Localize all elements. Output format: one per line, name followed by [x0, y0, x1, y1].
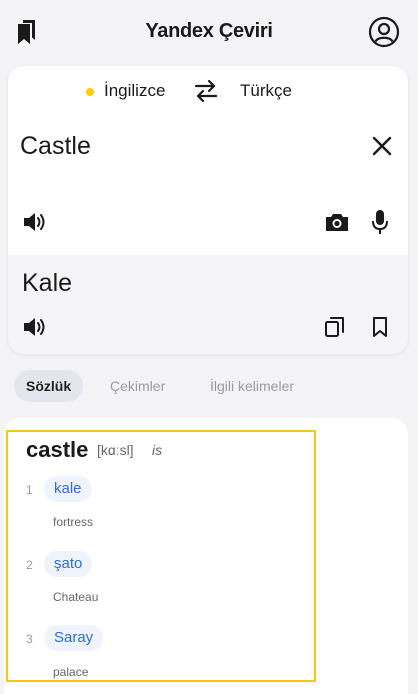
- source-language-button[interactable]: İngilizce: [104, 81, 165, 101]
- source-text-input[interactable]: Castle: [20, 132, 91, 161]
- tab-related-words[interactable]: İlgili kelimeler: [210, 370, 294, 402]
- tab-conjugations[interactable]: Çekimler: [110, 370, 165, 402]
- sense-translation-chip[interactable]: Saray: [44, 625, 104, 651]
- camera-icon[interactable]: [324, 210, 350, 234]
- sense-gloss: palace: [53, 665, 89, 679]
- language-selector: İngilizce Türkçe: [8, 66, 408, 119]
- translation-text: Kale: [22, 269, 73, 297]
- sense-translation-chip[interactable]: şato: [44, 551, 93, 577]
- close-icon[interactable]: [370, 134, 394, 158]
- account-icon[interactable]: [368, 16, 400, 48]
- sense-number: 3: [26, 632, 33, 646]
- dictionary-headword: castle: [26, 437, 89, 462]
- tab-dictionary[interactable]: Sözlük: [14, 370, 84, 402]
- sense-translation-chip[interactable]: kale: [44, 476, 92, 502]
- target-language-button[interactable]: Türkçe: [240, 81, 292, 101]
- swap-languages-icon[interactable]: [192, 78, 220, 104]
- sense-gloss: Chateau: [53, 590, 99, 604]
- translator-card: İngilizce Türkçe Castle Kale: [8, 66, 408, 354]
- source-language-indicator: [86, 88, 94, 96]
- app-title: Yandex Çeviri: [145, 20, 273, 42]
- speaker-icon[interactable]: [22, 315, 48, 339]
- copy-icon[interactable]: [324, 315, 346, 339]
- sense-number: 1: [26, 483, 33, 497]
- source-text-area[interactable]: Castle: [8, 118, 408, 255]
- dictionary-part-of-speech: is: [152, 442, 163, 458]
- bookmark-icon[interactable]: [370, 315, 390, 339]
- speaker-icon[interactable]: [22, 210, 48, 234]
- translation-area: Kale: [8, 255, 408, 354]
- dictionary-transcription: [kɑːsl]: [97, 442, 134, 458]
- sense-gloss: fortress: [53, 515, 94, 529]
- microphone-icon[interactable]: [370, 208, 390, 236]
- sense-number: 2: [26, 558, 33, 572]
- app-header: Yandex Çeviri: [0, 0, 418, 64]
